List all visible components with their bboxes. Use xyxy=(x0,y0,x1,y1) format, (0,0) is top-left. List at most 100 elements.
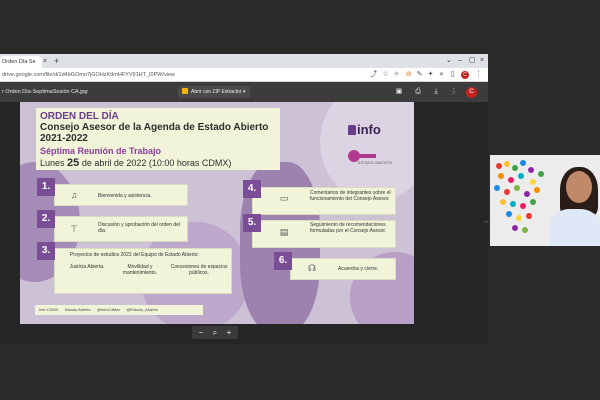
decor-dot xyxy=(522,227,528,233)
footer-twitter: @InfoCdMex xyxy=(96,307,121,312)
item-text: Proyectos de estudios 2022 del Equipo de… xyxy=(70,252,199,258)
new-tab-icon[interactable]: + xyxy=(54,55,59,67)
decor-dot xyxy=(534,187,540,193)
decor-dot xyxy=(512,225,518,231)
item-text: Comentarios de integrantes sobre el func… xyxy=(310,190,391,202)
decor-dot xyxy=(526,213,532,219)
project-movilidad: Movilidad y mantenimiento. xyxy=(122,264,158,276)
project-concesiones: Concesiones de espacios públicos. xyxy=(170,264,228,276)
zoom-controls: − ⌕ + xyxy=(192,326,238,339)
item-text: Seguimiento de recomendaciones formulada… xyxy=(310,222,387,234)
maximize-icon[interactable]: ▢ xyxy=(469,55,476,67)
tab-close-icon[interactable]: × xyxy=(43,56,47,68)
decor-dot xyxy=(494,185,500,191)
bookmark-star-icon[interactable]: ☆ xyxy=(381,70,390,80)
item-number: 1. xyxy=(37,178,55,196)
participant-body xyxy=(550,209,600,246)
viewer-avatar[interactable]: C xyxy=(466,87,477,98)
decor-dot xyxy=(528,167,534,173)
share-icon[interactable]: ⤴ xyxy=(369,70,378,80)
tab-bar: Orden Día Se × + ⌄ – ▢ × xyxy=(0,54,488,68)
comment-add-icon[interactable]: ▣ xyxy=(394,87,404,97)
zoom-fit-icon[interactable]: ⌕ xyxy=(208,326,222,339)
item-number: 3. xyxy=(37,242,55,260)
logo-text: info xyxy=(357,122,381,137)
slide-heading: ORDEN DEL DÍA xyxy=(40,111,119,122)
decor-dot xyxy=(516,215,522,221)
file-title: r Orden Día-SeptimaSesión CA.jpg xyxy=(2,89,88,95)
decor-dot xyxy=(508,177,514,183)
zoom-in-button[interactable]: + xyxy=(222,326,236,339)
menu-dots-icon[interactable]: ⋮ xyxy=(474,70,483,80)
eyedropper-icon[interactable]: ✎ xyxy=(415,70,424,80)
item-text: Discusión y aprobación del orden del día… xyxy=(98,222,180,234)
chat-icon: ▭ xyxy=(279,193,289,203)
tab-active[interactable]: Orden Día Se xyxy=(0,56,42,68)
item-number: 6. xyxy=(274,252,292,270)
date-prefix: Lunes xyxy=(40,158,65,168)
minimize-icon[interactable]: – xyxy=(458,55,462,67)
tab-search-icon[interactable]: ⌄ xyxy=(446,55,452,67)
bell-icon: ♫ xyxy=(70,190,78,200)
footer-estado-abierto: @Estado_Abierto xyxy=(126,307,158,312)
block-icon[interactable]: ⊘ xyxy=(404,70,413,80)
date-day: 25 xyxy=(67,157,80,169)
footer-info: Info CDMX xyxy=(39,307,59,312)
decor-dot xyxy=(520,203,526,209)
slide-date: Lunes 25 de abril de 2022 (10:00 horas C… xyxy=(40,157,231,169)
print-icon[interactable]: ⎙ xyxy=(413,87,423,97)
decor-dot xyxy=(538,171,544,177)
footer-estado: Estado Abierto xyxy=(64,307,91,312)
key-shaft-icon xyxy=(358,154,376,158)
decor-dot xyxy=(530,179,536,185)
profile-avatar[interactable]: C xyxy=(461,71,469,79)
item-number: 5. xyxy=(243,214,261,232)
open-with-label: Abrir con ZIP Extractor xyxy=(191,89,242,95)
item-text: Bienvenida y asistencia. xyxy=(98,193,152,199)
decor-dot xyxy=(504,189,510,195)
document-icon: ▤ xyxy=(279,227,289,237)
info-logo-mark-icon xyxy=(348,125,356,135)
participant-video-tile[interactable] xyxy=(490,155,600,246)
url-field[interactable]: drive.google.com/file/d/1d4bGOmo7jGOHzKt… xyxy=(2,70,400,80)
participant-face xyxy=(566,171,592,203)
zoom-out-button[interactable]: − xyxy=(194,326,208,339)
extension-icon[interactable]: ✦ xyxy=(426,70,435,80)
chevron-down-icon: ▾ xyxy=(242,89,246,95)
window-close-icon[interactable]: × xyxy=(480,55,484,67)
logo-subtext: ESTADO ABIERTO xyxy=(358,161,393,165)
handshake-icon: ☊ xyxy=(308,263,316,273)
info-logo: info ESTADO ABIERTO xyxy=(334,118,394,174)
item-number: 2. xyxy=(37,210,55,228)
date-rest: de abril de 2022 (10:00 horas CDMX) xyxy=(81,158,232,168)
tab-title: Orden Día Se xyxy=(2,59,36,65)
download-icon[interactable]: ⤓ xyxy=(431,87,441,97)
item-number: 4. xyxy=(243,180,261,198)
decor-dot xyxy=(514,185,520,191)
decor-dot xyxy=(518,173,524,179)
decor-dot xyxy=(524,191,530,197)
puzzle-icon[interactable]: ✧ xyxy=(392,70,401,80)
slide-subtitle: Séptima Reunión de Trabajo xyxy=(40,146,162,156)
drive-viewer-toolbar: r Orden Día-SeptimaSesión CA.jpg Abrir c… xyxy=(0,82,488,102)
decor-dot xyxy=(498,173,504,179)
resize-handle-icon[interactable]: ↔ xyxy=(483,218,490,225)
item-text: Acuerdos y cierre. xyxy=(338,266,379,272)
slide-image: ORDEN DEL DÍA Consejo Asesor de la Agend… xyxy=(20,102,414,324)
zip-extractor-icon xyxy=(182,88,188,94)
decor-dot xyxy=(500,199,506,205)
decor-dot xyxy=(520,160,526,166)
decor-dot xyxy=(506,211,512,217)
slide-council-title: Consejo Asesor de la Agenda de Estado Ab… xyxy=(40,122,269,144)
more-options-icon[interactable]: ⋮ xyxy=(449,87,459,97)
hierarchy-icon: ⊤ xyxy=(70,224,78,234)
decor-dot xyxy=(504,161,510,167)
slide-footer: Info CDMX Estado Abierto @InfoCdMex @Est… xyxy=(35,305,203,315)
pin-icon[interactable]: ⋄ xyxy=(437,70,446,80)
sidebar-icon[interactable]: ▯ xyxy=(448,70,457,80)
decor-dot xyxy=(530,199,536,205)
open-with-button[interactable]: Abrir con ZIP Extractor ▾ xyxy=(178,86,251,98)
address-bar: drive.google.com/file/d/1d4bGOmo7jGOHzKt… xyxy=(0,68,488,82)
decor-dot xyxy=(496,163,502,169)
browser-window: Orden Día Se × + ⌄ – ▢ × drive.google.co… xyxy=(0,54,488,344)
